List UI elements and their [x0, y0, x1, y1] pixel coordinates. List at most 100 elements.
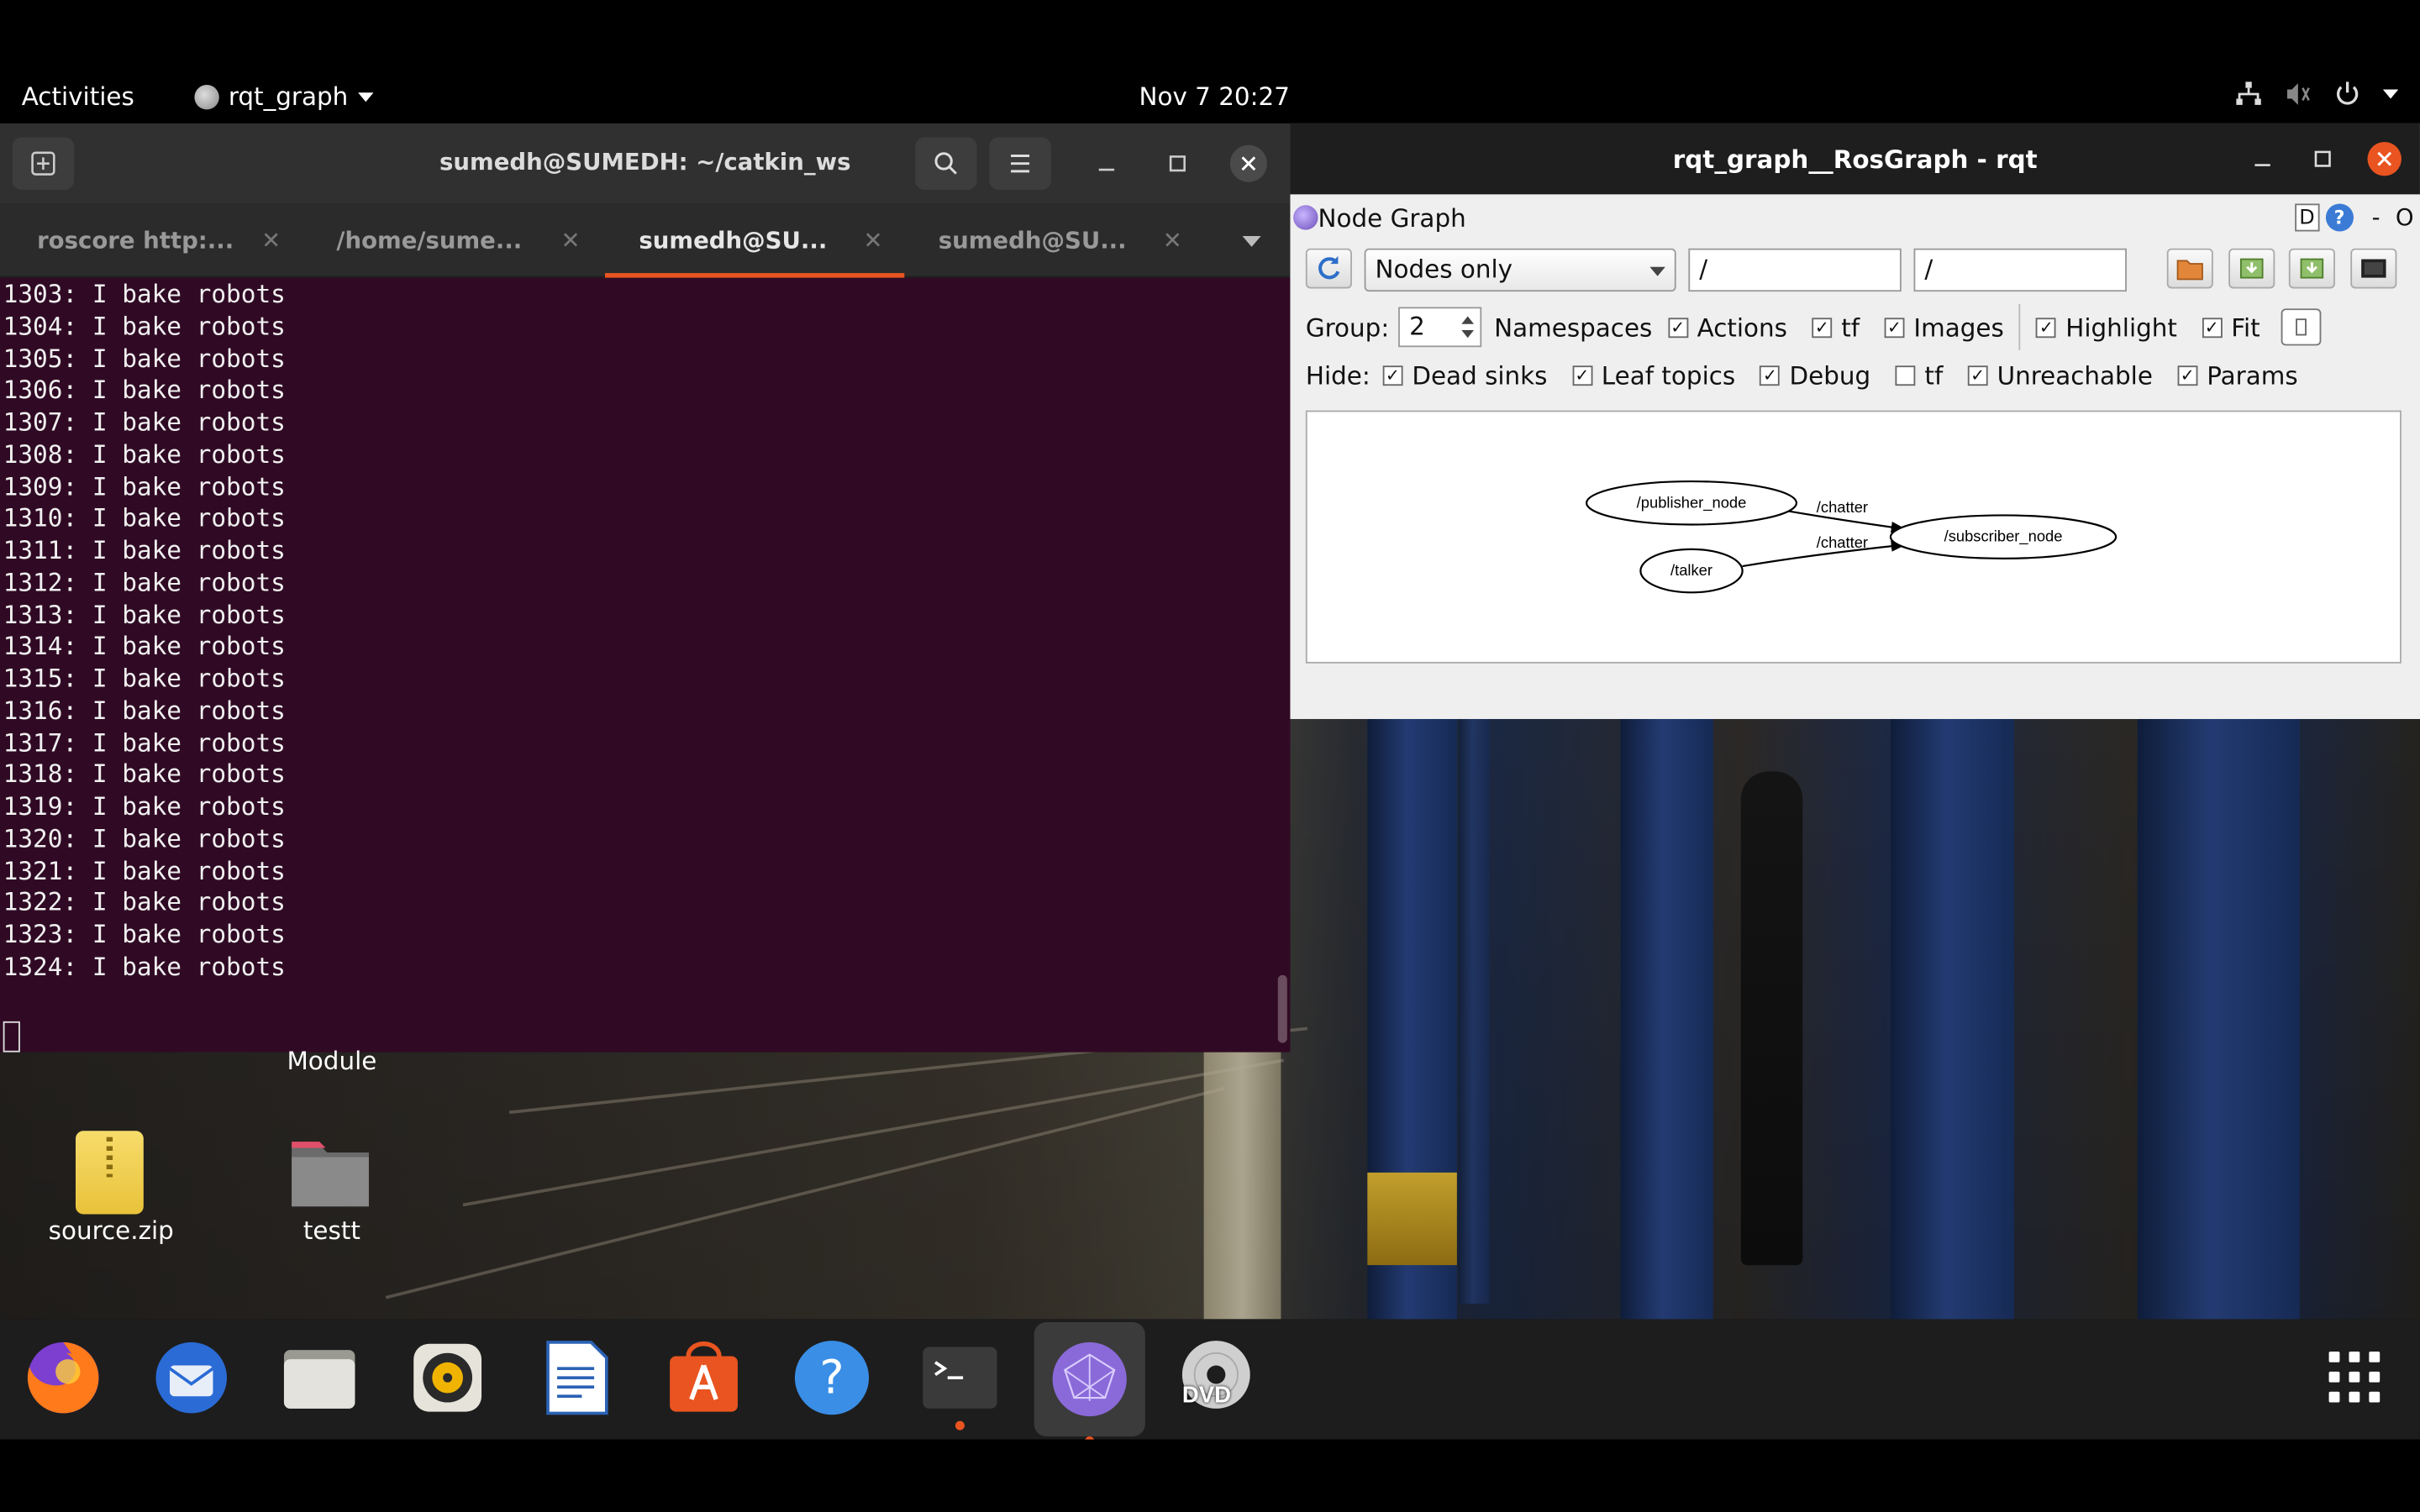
unreachable-checkbox[interactable]: ✓ — [1967, 365, 1988, 386]
save-dot-button[interactable] — [2228, 248, 2275, 289]
rqt-app-icon — [194, 84, 219, 109]
tf-checkbox[interactable]: ✓ — [1812, 317, 1833, 338]
images-checkbox[interactable]: ✓ — [1884, 317, 1905, 338]
dock-writer[interactable] — [533, 1335, 619, 1421]
spin-up-icon[interactable] — [1461, 316, 1475, 324]
terminal-output[interactable]: 1303: I bake robots 1304: I bake robots 13… — [0, 279, 1290, 1052]
activities-button[interactable]: Activities — [22, 81, 134, 111]
view-mode-select[interactable]: Nodes only — [1364, 248, 1676, 292]
group-spinbox[interactable]: 2 — [1398, 307, 1482, 348]
terminal-line: 1313: I bake robots — [3, 599, 286, 629]
tabs-overflow-chevron-icon[interactable] — [1242, 236, 1261, 247]
plugin-dock-button[interactable]: D — [2294, 203, 2320, 232]
terminal-line: 1314: I bake robots — [3, 631, 286, 661]
dock-files[interactable] — [276, 1335, 363, 1421]
terminal-line: 1307: I bake robots — [3, 407, 286, 437]
tab-sumedh-2[interactable]: sumedh@SU... ✕ — [904, 203, 1203, 277]
terminal-tabs: roscore http:... ✕ /home/sume... ✕ sumedh@… — [0, 203, 1291, 278]
system-tray[interactable] — [2235, 81, 2399, 108]
spin-down-icon[interactable] — [1461, 330, 1475, 339]
maximize-icon — [2314, 150, 2331, 167]
plugin-help-button[interactable]: ? — [2325, 203, 2354, 232]
tab-home[interactable]: /home/sume... ✕ — [302, 203, 602, 277]
view-mode-value: Nodes only — [1375, 255, 1513, 284]
tab-label: sumedh@SU... — [938, 226, 1127, 255]
hide-label: Hide: — [1305, 360, 1370, 391]
dock-help[interactable]: ? — [789, 1335, 876, 1421]
tab-close-icon[interactable]: ✕ — [1163, 227, 1182, 255]
actions-checkbox[interactable]: ✓ — [1667, 317, 1688, 338]
tf-label: tf — [1841, 312, 1860, 342]
rqt-titlebar[interactable]: rqt_graph__RosGraph - rqt — [1290, 123, 2420, 195]
terminal-headerbar[interactable]: sumedh@SUMEDH: ~/catkin_ws — [0, 123, 1291, 204]
hamburger-menu-button[interactable] — [989, 137, 1051, 190]
fit-label: Fit — [2231, 312, 2260, 342]
close-button[interactable] — [1229, 144, 1267, 182]
folder-icon[interactable] — [288, 1136, 371, 1210]
leaf-topics-label: Leaf topics — [1601, 360, 1736, 391]
save-svg-button[interactable] — [2288, 248, 2335, 289]
highlight-label: Highlight — [2065, 312, 2177, 342]
terminal-line: 1323: I bake robots — [3, 919, 286, 949]
dock-rqt[interactable] — [1034, 1322, 1145, 1446]
files-icon — [283, 1350, 355, 1409]
fit-checkbox[interactable]: ✓ — [2202, 317, 2223, 338]
fit-in-view-button[interactable] — [2281, 308, 2323, 346]
topic-filter-value: / — [1924, 255, 1933, 284]
tab-close-icon[interactable]: ✕ — [261, 227, 281, 255]
rqt-maximize-button[interactable] — [2306, 142, 2339, 176]
tab-sumedh-active[interactable]: sumedh@SU... ✕ — [604, 203, 905, 278]
dock-software[interactable] — [660, 1335, 747, 1421]
rqt-close-button[interactable] — [2367, 141, 2402, 176]
refresh-button[interactable] — [1305, 248, 1352, 289]
dock-dvd[interactable]: DVD — [1173, 1335, 1260, 1421]
search-icon — [934, 152, 957, 175]
open-folder-icon — [2176, 260, 2203, 281]
rqt-window[interactable]: rqt_graph__RosGraph - rqt Node Graph D ?… — [1290, 123, 2420, 719]
app-menu[interactable]: rqt_graph — [194, 81, 373, 111]
graph-canvas[interactable]: /chatter /chatter /publisher_node /talke… — [1305, 410, 2402, 664]
zip-archive-icon[interactable] — [75, 1131, 144, 1215]
terminal-window[interactable]: sumedh@SUMEDH: ~/catkin_ws roscore http:… — [0, 123, 1291, 1053]
namespace-filter-input[interactable]: / — [1688, 248, 1902, 292]
app-grid-icon — [2328, 1351, 2381, 1403]
tab-close-icon[interactable]: ✕ — [863, 227, 882, 255]
maximize-button[interactable] — [1159, 145, 1196, 182]
dead-sinks-checkbox[interactable]: ✓ — [1382, 365, 1403, 386]
topic-filter-input[interactable]: / — [1913, 248, 2127, 292]
firefox-icon — [27, 1341, 99, 1414]
close-icon — [1241, 156, 1256, 171]
tab-roscore[interactable]: roscore http:... ✕ — [3, 203, 302, 277]
params-checkbox[interactable]: ✓ — [2177, 365, 2198, 386]
save-image-button[interactable] — [2350, 248, 2397, 289]
leaf-topics-checkbox[interactable]: ✓ — [1571, 365, 1592, 386]
desktop-label-testt[interactable]: testt — [247, 1215, 417, 1245]
desktop-label-source-zip[interactable]: source.zip — [31, 1215, 192, 1245]
graph-node-label: /subscriber_node — [1944, 528, 2063, 546]
running-indicator — [955, 1420, 965, 1431]
terminal-line: 1304: I bake robots — [3, 311, 286, 341]
minimize-button[interactable] — [1088, 145, 1125, 182]
rqt-minimize-button[interactable] — [2245, 142, 2279, 176]
load-dot-button[interactable] — [2166, 248, 2213, 289]
plugin-close-button[interactable]: O — [2396, 203, 2414, 231]
terminal-scrollbar[interactable] — [1277, 974, 1287, 1043]
show-applications-button[interactable] — [2312, 1335, 2398, 1421]
dock-rhythmbox[interactable] — [404, 1335, 491, 1421]
dock-firefox[interactable] — [20, 1335, 107, 1421]
terminal-line: 1312: I bake robots — [3, 567, 286, 597]
dock-terminal[interactable] — [917, 1335, 1003, 1431]
clock[interactable]: Nov 7 20:27 — [1139, 81, 1289, 111]
hide-tf-checkbox[interactable] — [1895, 365, 1916, 386]
highlight-checkbox[interactable]: ✓ — [2036, 317, 2057, 338]
terminal-line: 1305: I bake robots — [3, 343, 286, 373]
plugin-minimize-button[interactable]: - — [2372, 203, 2381, 231]
hamburger-icon — [1011, 155, 1030, 173]
search-button[interactable] — [915, 137, 977, 190]
tab-close-icon[interactable]: ✕ — [560, 227, 580, 255]
dock-thunderbird[interactable] — [148, 1335, 234, 1421]
bottom-bar — [0, 1439, 2420, 1512]
desktop-label-module[interactable]: Module — [247, 1046, 417, 1075]
debug-checkbox[interactable]: ✓ — [1760, 365, 1781, 386]
plugin-icon — [1293, 205, 1318, 230]
